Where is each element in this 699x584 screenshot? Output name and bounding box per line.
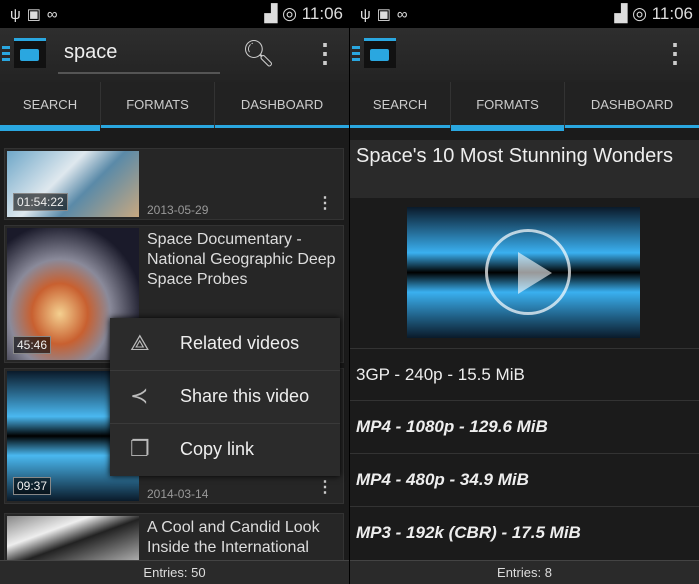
formats-panel: ψ▣∞ ▟ ◎ 11:06 ⋮ SEARCH FORMATS DASHBOARD…: [350, 0, 699, 584]
duration-badge: 45:46: [13, 336, 52, 354]
format-option[interactable]: MP4 - 480p - 34.9 MiB: [350, 453, 699, 506]
tab-dashboard[interactable]: DASHBOARD: [565, 82, 699, 128]
play-icon[interactable]: [485, 229, 571, 315]
video-thumbnail: 01:54:22: [7, 151, 139, 217]
context-menu: ⟁ Related videos ≺ Share this video ❐ Copy …: [110, 318, 340, 476]
item-menu-icon[interactable]: ⋮: [317, 477, 333, 497]
tv-icon: [364, 38, 396, 68]
menu-item-related-videos[interactable]: ⟁ Related videos: [110, 318, 340, 371]
search-panel: ψ▣∞ ▟ ◎ 11:06 space 🔍︎ ⋮ SEARCH FORMATS …: [0, 0, 349, 584]
tab-search[interactable]: SEARCH: [0, 82, 101, 131]
list-item[interactable]: 01:54:22 2013-05-29 ⋮: [4, 148, 344, 220]
duration-badge: 09:37: [13, 477, 52, 495]
menu-label: Related videos: [180, 333, 300, 353]
action-bar: space 🔍︎ ⋮: [0, 28, 349, 82]
status-bar: ψ▣∞ ▟ ◎ 11:06: [0, 0, 349, 28]
search-icon[interactable]: 🔍︎: [242, 38, 275, 69]
tab-formats[interactable]: FORMATS: [451, 82, 565, 131]
menu-icon: [352, 46, 360, 62]
format-option[interactable]: MP3 - 192k (CBR) - 17.5 MiB: [350, 506, 699, 559]
video-title: A Cool and Candid Look Inside the Intern…: [147, 519, 320, 556]
menu-icon: [2, 46, 10, 62]
video-title: Space Documentary - National Geographic …: [147, 231, 336, 288]
menu-item-copy-link[interactable]: ❐ Copy link: [110, 424, 340, 477]
clock: 11:06: [651, 4, 693, 23]
menu-label: Copy link: [180, 439, 255, 459]
tab-dashboard[interactable]: DASHBOARD: [215, 82, 349, 128]
tab-bar: SEARCH FORMATS DASHBOARD: [0, 82, 349, 131]
notification-icons: ψ▣∞: [10, 6, 64, 23]
overflow-menu-icon[interactable]: ⋮: [312, 38, 338, 69]
notification-icons: ψ▣∞: [360, 6, 414, 23]
action-bar: ⋮: [350, 28, 699, 82]
duration-badge: 01:54:22: [13, 193, 68, 211]
status-bar: ψ▣∞ ▟ ◎ 11:06: [350, 0, 699, 28]
clock: 11:06: [301, 4, 343, 23]
related-icon: ⟁: [130, 330, 150, 355]
signal-icon: ▟ ◎: [614, 4, 652, 23]
video-preview[interactable]: [407, 207, 640, 338]
menu-label: Share this video: [180, 386, 310, 406]
app-logo[interactable]: [2, 38, 46, 70]
menu-item-share[interactable]: ≺ Share this video: [110, 371, 340, 424]
upload-date: 2013-05-29: [147, 203, 209, 217]
overflow-menu-icon[interactable]: ⋮: [662, 38, 688, 69]
app-logo[interactable]: [352, 38, 396, 70]
item-menu-icon[interactable]: ⋮: [317, 193, 333, 213]
signal-icon: ▟ ◎: [264, 4, 302, 23]
tv-icon: [14, 38, 46, 68]
format-option[interactable]: MP4 - 1080p - 129.6 MiB: [350, 400, 699, 453]
entries-count: Entries: 8: [350, 560, 699, 584]
tab-search[interactable]: SEARCH: [350, 82, 451, 128]
format-option[interactable]: 3GP - 240p - 15.5 MiB: [350, 348, 699, 401]
upload-date: 2014-03-14: [147, 487, 209, 501]
tab-formats[interactable]: FORMATS: [101, 82, 215, 128]
tab-bar: SEARCH FORMATS DASHBOARD: [350, 82, 699, 131]
copy-icon: ❐: [130, 436, 150, 461]
video-title: Space's 10 Most Stunning Wonders: [350, 140, 699, 198]
search-input[interactable]: space: [58, 36, 220, 74]
share-icon: ≺: [130, 383, 149, 408]
entries-count: Entries: 50: [0, 560, 349, 584]
